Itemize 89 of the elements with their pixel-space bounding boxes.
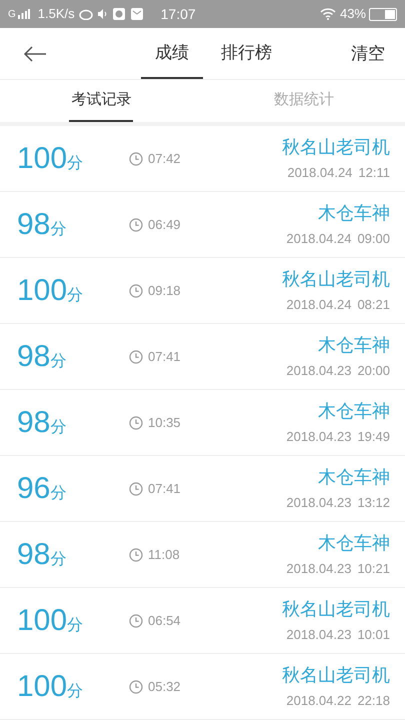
record-time: 22:18 [357, 692, 390, 710]
speaker-icon [98, 8, 108, 20]
clock-icon [129, 152, 143, 166]
clock-icon [129, 680, 143, 694]
battery-icon [369, 8, 397, 20]
clock-icon [129, 284, 143, 298]
clear-button[interactable]: 清空 [323, 28, 405, 79]
record-time: 10:01 [357, 626, 390, 644]
score-unit: 分 [67, 616, 84, 636]
score-value: 98 [17, 339, 50, 375]
record-time: 10:21 [357, 560, 390, 578]
record-row[interactable]: 100分 07:42 秋名山老司机 2018.04.24 12:11 [0, 126, 405, 192]
record-row[interactable]: 100分 05:32 秋名山老司机 2018.04.22 22:18 [0, 654, 405, 720]
record-date: 2018.04.24 [287, 164, 352, 182]
record-date: 2018.04.23 [286, 428, 352, 446]
clock-icon [129, 350, 143, 364]
score-value: 100 [17, 603, 68, 639]
record-row[interactable]: 98分 07:41 木仓车神 2018.04.23 20:00 [0, 324, 405, 390]
clock-icon [129, 614, 143, 628]
clock-icon [129, 482, 143, 496]
record-row[interactable]: 100分 06:54 秋名山老司机 2018.04.23 10:01 [0, 588, 405, 654]
duration-text: 06:54 [148, 612, 181, 630]
score-value: 98 [17, 537, 50, 573]
user-name: 秋名山老司机 [282, 136, 390, 160]
sub-tab[interactable]: 考试记录 [69, 80, 134, 122]
score-value: 96 [17, 471, 50, 507]
mail-icon [130, 8, 143, 20]
carrier-text: G [8, 8, 16, 22]
score-value: 100 [17, 141, 68, 177]
score-unit: 分 [50, 220, 66, 240]
duration-text: 07:41 [148, 480, 181, 498]
sub-tab[interactable]: 数据统计 [272, 80, 336, 122]
user-name: 木仓车神 [318, 334, 390, 358]
back-arrow-icon [23, 46, 47, 62]
score-unit: 分 [67, 154, 84, 174]
score-unit: 分 [50, 418, 66, 438]
duration-text: 09:18 [148, 282, 181, 300]
record-date: 2018.04.23 [286, 494, 352, 512]
duration-text: 06:49 [148, 216, 181, 234]
duration-text: 05:32 [148, 678, 181, 696]
record-time: 13:12 [357, 494, 390, 512]
score-value: 98 [17, 405, 50, 441]
network-speed: 1.5K/s [38, 5, 75, 24]
clock-icon [129, 218, 143, 232]
top-tab[interactable]: 成绩 [141, 28, 203, 79]
user-name: 木仓车神 [318, 532, 390, 556]
record-time: 08:21 [357, 296, 390, 314]
user-name: 木仓车神 [318, 466, 390, 490]
clock-icon [129, 416, 143, 430]
duration-text: 07:42 [148, 150, 181, 168]
record-time: 20:00 [357, 362, 390, 380]
record-date: 2018.04.24 [286, 296, 352, 314]
record-date: 2018.04.23 [286, 560, 352, 578]
battery-percent: 43% [340, 5, 366, 24]
record-row[interactable]: 96分 07:41 木仓车神 2018.04.23 13:12 [0, 456, 405, 522]
score-unit: 分 [50, 550, 66, 570]
record-row[interactable]: 100分 09:18 秋名山老司机 2018.04.24 08:21 [0, 258, 405, 324]
user-name: 秋名山老司机 [282, 664, 390, 688]
record-date: 2018.04.22 [286, 692, 352, 710]
app-notification-icon [112, 8, 125, 20]
user-name: 木仓车神 [318, 400, 390, 424]
score-unit: 分 [67, 682, 84, 702]
top-tab[interactable]: 排行榜 [207, 28, 286, 79]
duration-text: 10:35 [148, 414, 181, 432]
score-value: 98 [17, 207, 50, 243]
score-unit: 分 [50, 352, 66, 372]
user-name: 秋名山老司机 [282, 268, 390, 292]
duration-text: 07:41 [148, 348, 181, 366]
signal-icon [18, 9, 30, 19]
score-value: 100 [17, 669, 68, 705]
record-date: 2018.04.23 [286, 626, 352, 644]
record-date: 2018.04.24 [286, 230, 352, 248]
clock-icon [129, 548, 143, 562]
record-row[interactable]: 98分 11:08 木仓车神 2018.04.23 10:21 [0, 522, 405, 588]
user-name: 木仓车神 [318, 202, 390, 226]
score-value: 100 [17, 273, 68, 309]
eye-icon [78, 8, 93, 20]
record-row[interactable]: 98分 06:49 木仓车神 2018.04.24 09:00 [0, 192, 405, 258]
record-row[interactable]: 98分 10:35 木仓车神 2018.04.23 19:49 [0, 390, 405, 456]
user-name: 秋名山老司机 [282, 598, 390, 622]
record-time: 19:49 [357, 428, 390, 446]
wifi-icon [320, 8, 336, 20]
score-unit: 分 [67, 286, 84, 306]
record-date: 2018.04.23 [286, 362, 352, 380]
score-unit: 分 [50, 484, 66, 504]
record-time: 12:11 [358, 164, 390, 182]
record-time: 09:00 [357, 230, 390, 248]
duration-text: 11:08 [148, 546, 180, 564]
clock-time: 17:07 [160, 4, 196, 24]
